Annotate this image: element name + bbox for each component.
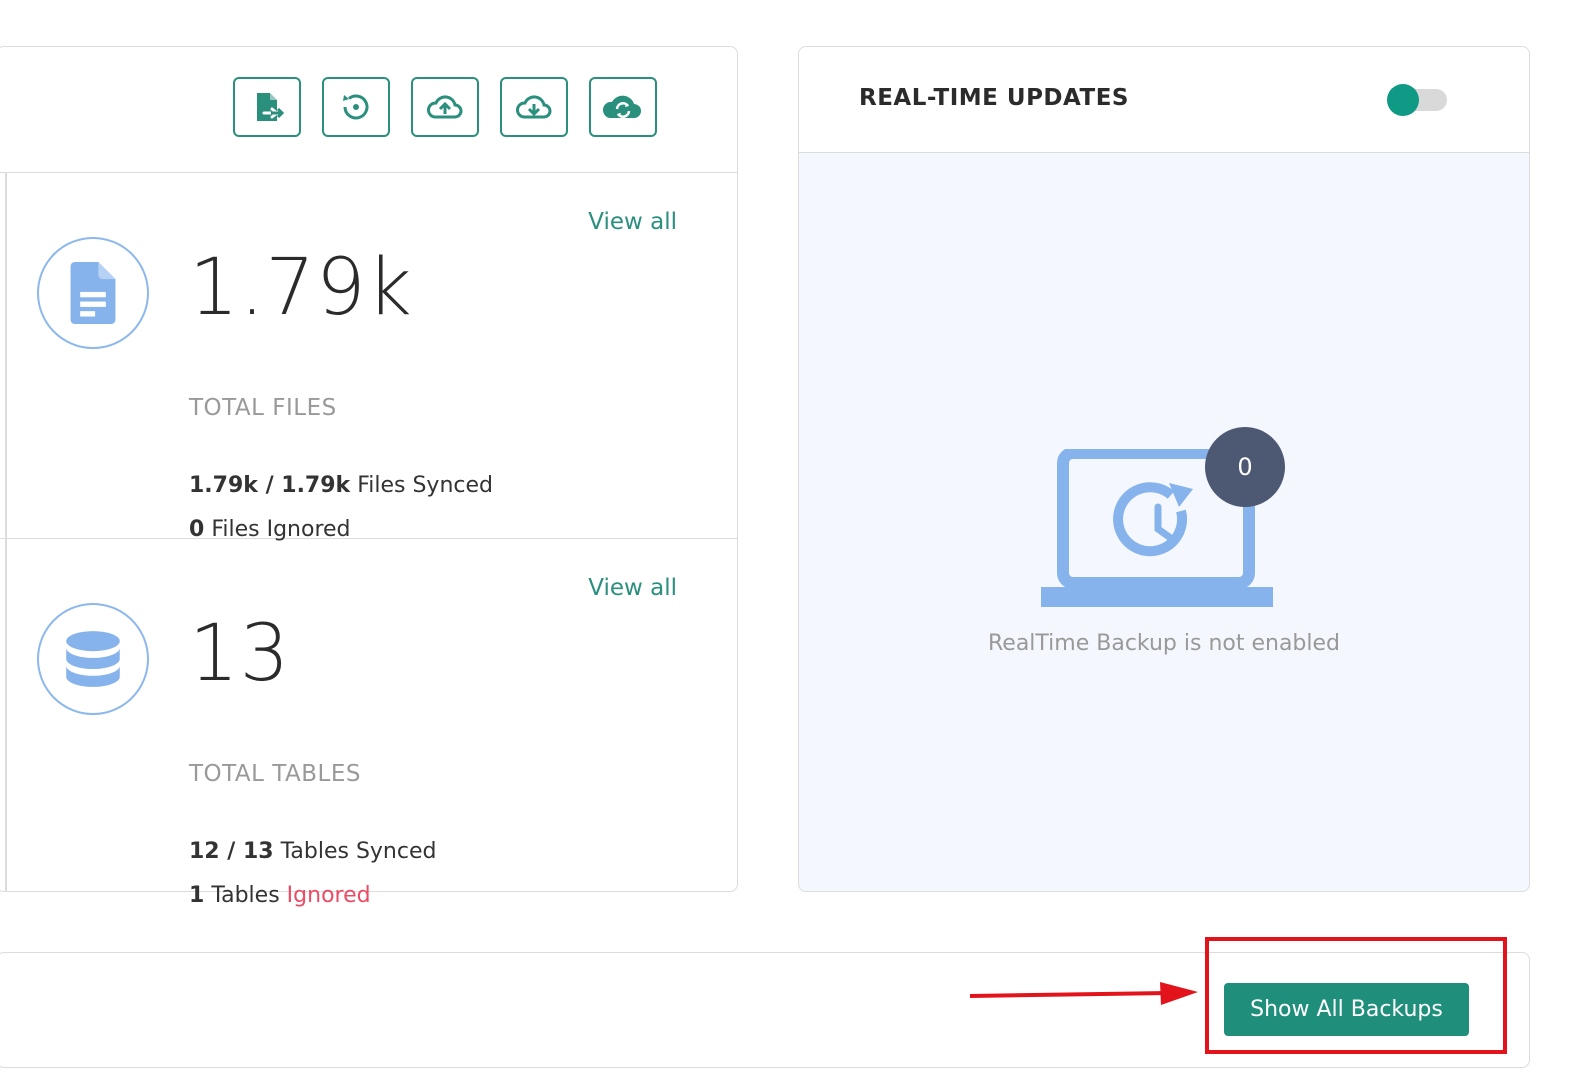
- restore-icon: [343, 94, 369, 120]
- annotation-arrow: [969, 982, 1198, 1005]
- total-tables-value: 13: [189, 609, 291, 699]
- tables-synced-line: 12 / 13 Tables Synced: [189, 839, 436, 864]
- cloud-upload-icon: [427, 95, 463, 119]
- realtime-header: REAL-TIME UPDATES: [799, 47, 1529, 153]
- files-synced-count: 1.79k / 1.79k: [189, 473, 351, 498]
- annotation-highlight-box: [1205, 937, 1507, 1054]
- realtime-toggle[interactable]: [1387, 84, 1447, 116]
- cloud-sync-button[interactable]: [589, 77, 657, 137]
- tables-ignored-line: 1 Tables Ignored: [189, 883, 371, 908]
- file-export-icon: [257, 93, 285, 121]
- tables-synced-count: 12 / 13: [189, 839, 274, 864]
- toggle-knob: [1387, 84, 1419, 116]
- tables-synced-text: Tables Synced: [280, 839, 437, 864]
- total-files-label: TOTAL FILES: [189, 395, 337, 421]
- files-synced-text: Files Synced: [357, 473, 493, 498]
- realtime-title: REAL-TIME UPDATES: [859, 85, 1130, 111]
- download-button[interactable]: [500, 77, 568, 137]
- files-icon-circle: [37, 237, 149, 349]
- stats-panel: View all 1.79k TOTAL FILES 1.79k / 1.79k…: [0, 46, 738, 908]
- database-icon: [66, 631, 120, 687]
- cloud-download-icon: [516, 95, 552, 119]
- export-files-button[interactable]: [233, 77, 301, 137]
- tables-section: View all 13 TOTAL TABLES 12 / 13 Tables …: [0, 539, 737, 908]
- cloud-sync-icon: [603, 95, 641, 118]
- tables-ignored-count: 1: [189, 883, 205, 908]
- realtime-count-badge: 0: [1205, 427, 1285, 507]
- tables-ignored-link[interactable]: Ignored: [287, 883, 371, 908]
- files-view-all-link[interactable]: View all: [588, 209, 677, 235]
- realtime-message: RealTime Backup is not enabled: [987, 631, 1341, 656]
- realtime-panel: REAL-TIME UPDATES 0 RealTime Backup is n…: [798, 46, 1530, 892]
- files-synced-line: 1.79k / 1.79k Files Synced: [189, 473, 493, 498]
- upload-button[interactable]: [411, 77, 479, 137]
- tables-icon-circle: [37, 603, 149, 715]
- backup-toolbar: [0, 47, 737, 173]
- tables-view-all-link[interactable]: View all: [588, 575, 677, 601]
- total-files-value: 1.79k: [189, 243, 413, 333]
- tables-ignored-word: Tables: [211, 883, 280, 908]
- files-section: View all 1.79k TOTAL FILES 1.79k / 1.79k…: [0, 173, 737, 542]
- restore-button[interactable]: [322, 77, 390, 137]
- file-icon: [70, 262, 116, 324]
- total-tables-label: TOTAL TABLES: [189, 761, 361, 787]
